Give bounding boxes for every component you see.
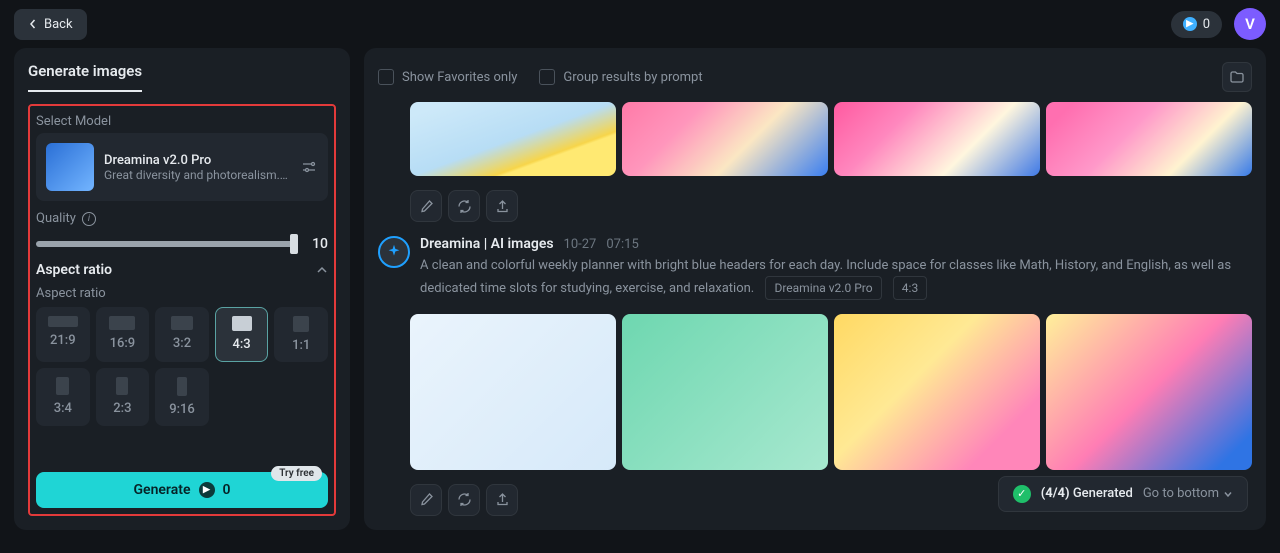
aspect-ratio-header[interactable]: Aspect ratio <box>36 262 328 278</box>
status-bar: ✓ (4/4) Generated Go to bottom <box>998 476 1248 512</box>
generate-button[interactable]: Try free Generate ▶ 0 <box>36 472 328 508</box>
prompt-date: 10-27 <box>564 237 597 252</box>
result-thumbnail[interactable] <box>1046 102 1252 176</box>
ratio-shape-icon <box>293 316 309 332</box>
quality-label: Quality <box>36 211 76 226</box>
sidebar: Generate images Select Model Dreamina v2… <box>14 48 350 530</box>
regenerate-button[interactable] <box>448 190 480 222</box>
folder-icon <box>1229 69 1245 85</box>
credits-value: 0 <box>1203 17 1210 32</box>
ratio-shape-icon <box>56 377 69 395</box>
model-tag: Dreamina v2.0 Pro <box>765 276 881 300</box>
aspect-ratio-sub: Aspect ratio <box>36 286 328 301</box>
show-favorites-label: Show Favorites only <box>402 70 517 85</box>
upload-icon <box>495 199 510 214</box>
ratio-9-16[interactable]: 9:16 <box>155 368 209 426</box>
prompt-author: Dreamina | AI images <box>420 236 554 252</box>
result-thumbnail[interactable] <box>622 314 828 470</box>
credits-pill[interactable]: ▶ 0 <box>1171 11 1222 38</box>
ratio-4-3[interactable]: 4:3 <box>215 307 269 362</box>
ratio-tag: 4:3 <box>893 276 927 300</box>
ratio-1-1[interactable]: 1:1 <box>274 307 328 362</box>
checkbox-icon <box>539 69 555 85</box>
try-free-badge: Try free <box>271 466 322 481</box>
share-button[interactable] <box>486 484 518 516</box>
model-thumbnail <box>46 143 94 191</box>
status-count: (4/4) <box>1041 486 1070 501</box>
ratio-2-3[interactable]: 2:3 <box>96 368 150 426</box>
prompt-text: A clean and colorful weekly planner with… <box>420 256 1252 300</box>
ratio-21-9[interactable]: 21:9 <box>36 307 90 362</box>
go-to-bottom-button[interactable]: Go to bottom <box>1143 486 1233 501</box>
ratio-shape-icon <box>177 377 187 396</box>
result-thumbnail[interactable] <box>834 314 1040 470</box>
refresh-icon <box>457 492 472 507</box>
avatar[interactable]: V <box>1234 8 1266 40</box>
chevron-left-icon <box>28 19 38 29</box>
edit-button[interactable] <box>410 484 442 516</box>
prompt-avatar <box>378 236 410 268</box>
result-row <box>378 102 1252 176</box>
share-button[interactable] <box>486 190 518 222</box>
result-row <box>378 314 1252 470</box>
ratio-shape-icon <box>232 316 252 331</box>
ratio-shape-icon <box>116 377 128 395</box>
model-name: Dreamina v2.0 Pro <box>104 153 290 168</box>
ratio-shape-icon <box>109 316 135 330</box>
result-thumbnail[interactable] <box>410 102 616 176</box>
prompt-time: 07:15 <box>606 237 638 252</box>
coin-icon: ▶ <box>1183 17 1197 31</box>
regenerate-button[interactable] <box>448 484 480 516</box>
result-thumbnail[interactable] <box>834 102 1040 176</box>
ratio-16-9[interactable]: 16:9 <box>96 307 150 362</box>
ratio-3-4[interactable]: 3:4 <box>36 368 90 426</box>
checkbox-icon <box>378 69 394 85</box>
back-label: Back <box>44 17 73 32</box>
pencil-icon <box>419 492 434 507</box>
group-by-prompt-checkbox[interactable]: Group results by prompt <box>539 69 702 85</box>
edit-button[interactable] <box>410 190 442 222</box>
info-icon[interactable]: i <box>82 212 96 226</box>
coin-icon: ▶ <box>199 482 215 498</box>
ratio-shape-icon <box>48 316 78 327</box>
model-desc: Great diversity and photorealism. Of... <box>104 168 290 182</box>
model-card[interactable]: Dreamina v2.0 Pro Great diversity and ph… <box>36 133 328 201</box>
chevron-down-icon <box>1223 489 1233 499</box>
avatar-initial: V <box>1245 15 1255 33</box>
quality-value: 10 <box>308 236 328 252</box>
group-prompt-label: Group results by prompt <box>563 70 702 85</box>
generate-label: Generate <box>134 482 191 498</box>
sidebar-title: Generate images <box>28 62 142 92</box>
sparkle-icon <box>385 243 403 261</box>
result-thumbnail[interactable] <box>622 102 828 176</box>
back-button[interactable]: Back <box>14 9 87 40</box>
folder-button[interactable] <box>1222 62 1252 92</box>
pencil-icon <box>419 199 434 214</box>
generate-cost: 0 <box>223 482 231 498</box>
chevron-up-icon <box>316 264 328 276</box>
ratio-shape-icon <box>171 316 193 330</box>
status-label: Generated <box>1073 486 1133 501</box>
content-panel: Show Favorites only Group results by pro… <box>364 48 1266 530</box>
refresh-icon <box>457 199 472 214</box>
upload-icon <box>495 492 510 507</box>
select-model-label: Select Model <box>36 114 328 129</box>
ratio-3-2[interactable]: 3:2 <box>155 307 209 362</box>
result-thumbnail[interactable] <box>1046 314 1252 470</box>
result-thumbnail[interactable] <box>410 314 616 470</box>
settings-icon[interactable] <box>300 158 318 176</box>
quality-slider[interactable] <box>36 241 294 247</box>
check-icon: ✓ <box>1013 485 1031 503</box>
show-favorites-checkbox[interactable]: Show Favorites only <box>378 69 517 85</box>
aspect-ratio-title: Aspect ratio <box>36 262 112 278</box>
prompt-block: Dreamina | AI images 10-27 07:15 A clean… <box>378 236 1252 300</box>
